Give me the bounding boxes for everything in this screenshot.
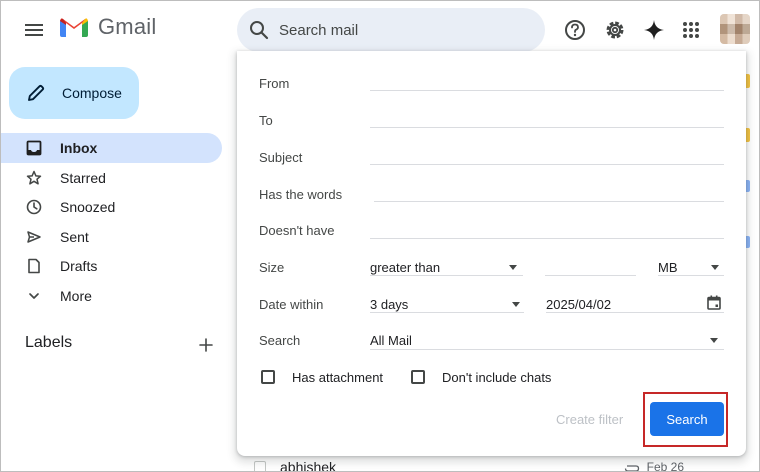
size-label: Size (259, 260, 285, 275)
plus-icon (199, 338, 213, 352)
search-scope-value: All Mail (370, 333, 412, 348)
email-sender: abhishek (280, 459, 337, 472)
sidebar-item-starred[interactable]: Starred (0, 163, 222, 193)
account-avatar[interactable] (720, 14, 750, 44)
from-label: From (259, 76, 290, 91)
send-icon (26, 229, 42, 245)
date-within-value: 3 days (370, 297, 409, 312)
pencil-icon (28, 84, 45, 101)
sidebar-item-sent[interactable]: Sent (0, 222, 222, 252)
compose-button[interactable]: Compose (9, 67, 139, 119)
dropdown-arrow-icon (509, 265, 517, 270)
compose-label: Compose (62, 85, 122, 101)
sparkle-icon (644, 20, 664, 40)
dropdown-arrow-icon (710, 338, 718, 343)
labels-heading: Labels (25, 334, 73, 351)
doesnt-have-field[interactable] (370, 238, 724, 239)
hamburger-menu-icon (25, 24, 43, 36)
sidebar-item-label: More (60, 288, 92, 304)
gemini-button[interactable] (640, 16, 668, 44)
to-field[interactable] (370, 127, 724, 128)
search-icon[interactable] (249, 20, 269, 40)
sidebar-item-label: Starred (60, 170, 106, 186)
date-within-label: Date within (259, 297, 324, 312)
support-button[interactable] (561, 16, 589, 44)
gmail-logo[interactable]: Gmail (58, 14, 156, 40)
paperclip-icon (624, 465, 640, 472)
help-icon (565, 20, 585, 40)
settings-button[interactable] (601, 16, 629, 44)
calendar-icon[interactable] (707, 295, 721, 310)
size-unit-value: MB (658, 260, 678, 275)
to-label: To (259, 113, 273, 128)
date-underline (546, 312, 724, 313)
dont-include-chats-checkbox[interactable] (411, 370, 425, 384)
list-item[interactable]: abhishek Feb 26 (238, 458, 758, 472)
search-bar[interactable]: Search mail (237, 8, 545, 52)
row-checkbox[interactable] (254, 461, 266, 472)
sidebar-item-label: Snoozed (60, 199, 116, 215)
gear-icon (606, 21, 624, 39)
dont-include-chats-label: Don't include chats (442, 370, 552, 385)
has-attachment-checkbox[interactable] (261, 370, 275, 384)
size-operator-value: greater than (370, 260, 441, 275)
apps-grid-icon (683, 22, 699, 38)
search-input[interactable]: Search mail (279, 22, 358, 39)
sidebar-item-label: Inbox (60, 140, 98, 156)
subject-field[interactable] (370, 164, 724, 165)
date-value: 2025/04/02 (546, 297, 612, 312)
google-apps-button[interactable] (677, 16, 705, 44)
inbox-icon (26, 140, 42, 156)
create-label-button[interactable] (196, 335, 216, 355)
gmail-wordmark: Gmail (98, 14, 157, 39)
subject-label: Subject (259, 150, 303, 165)
gmail-m-icon (60, 18, 88, 37)
date-within-underline (370, 312, 524, 313)
size-value-underline (545, 275, 636, 276)
email-date: Feb 26 (646, 460, 684, 472)
star-icon (26, 170, 42, 186)
draft-icon (26, 258, 42, 274)
main-menu-button[interactable] (20, 16, 48, 44)
search-scope-underline (370, 349, 724, 350)
from-field[interactable] (370, 90, 724, 91)
sidebar-item-more[interactable]: More (0, 281, 222, 311)
has-attachment-label: Has attachment (292, 370, 384, 385)
sidebar-item-snoozed[interactable]: Snoozed (0, 192, 222, 222)
search-button-highlight (643, 392, 728, 447)
create-filter-button[interactable]: Create filter (556, 412, 623, 427)
size-operator-underline (370, 275, 523, 276)
dropdown-arrow-icon (711, 265, 719, 270)
sidebar-item-inbox[interactable]: Inbox (0, 133, 222, 163)
clock-icon (26, 199, 42, 215)
size-unit-underline (658, 275, 724, 276)
has-words-label: Has the words (259, 187, 343, 202)
doesnt-have-label: Doesn't have (259, 223, 335, 238)
sidebar-item-label: Sent (60, 229, 89, 245)
search-scope-label: Search (259, 333, 301, 348)
has-words-field[interactable] (374, 201, 724, 202)
dropdown-arrow-icon (512, 302, 520, 307)
sidebar-item-drafts[interactable]: Drafts (0, 251, 222, 281)
chevron-down-icon (26, 288, 42, 304)
sidebar-item-label: Drafts (60, 258, 98, 274)
